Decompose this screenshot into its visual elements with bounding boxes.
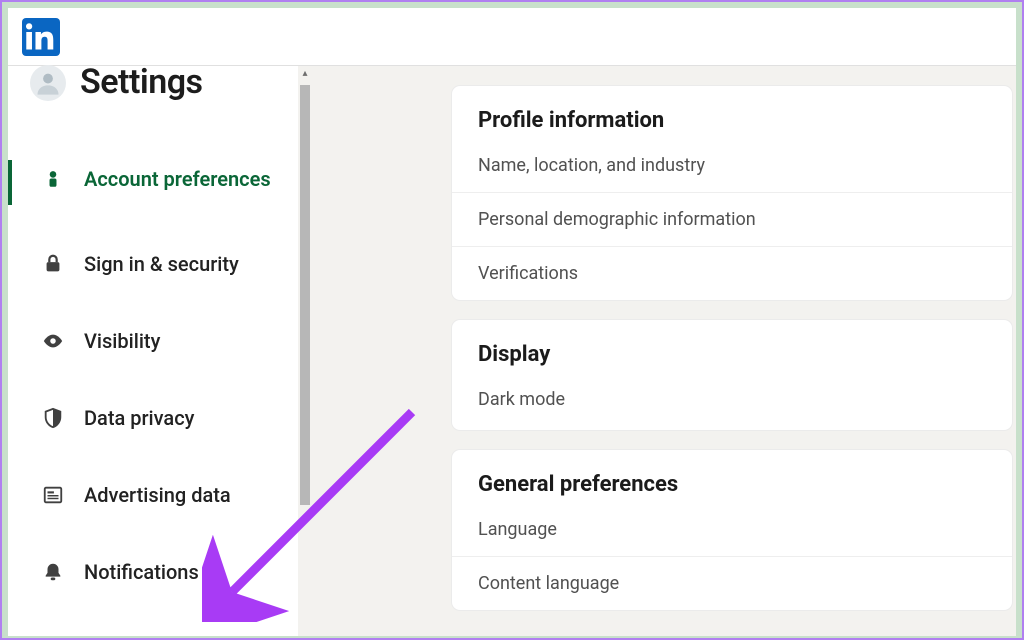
settings-header: Settings <box>8 66 312 118</box>
linkedin-logo-icon <box>26 22 56 52</box>
settings-sidebar: Settings Account preferences Sign in & s <box>8 66 312 636</box>
row-content-language[interactable]: Content language <box>452 556 1012 610</box>
sidebar-item-notifications[interactable]: Notifications <box>8 545 312 600</box>
sidebar-item-label: Visibility <box>84 328 160 355</box>
row-name-location-industry[interactable]: Name, location, and industry <box>452 151 1012 192</box>
eye-icon <box>42 330 64 352</box>
card-profile-information: Profile information Name, location, and … <box>452 86 1012 300</box>
avatar-placeholder-icon <box>34 69 62 97</box>
page-title: Settings <box>80 62 203 102</box>
card-title: Profile information <box>452 86 1012 151</box>
sidebar-item-label: Notifications <box>84 559 199 586</box>
newspaper-icon <box>42 484 64 506</box>
card-title: Display <box>452 320 1012 385</box>
sidebar-nav: Account preferences Sign in & security V… <box>8 118 312 600</box>
scroll-up-icon[interactable]: ▴ <box>302 68 307 79</box>
card-title: General preferences <box>452 450 1012 515</box>
lock-icon <box>42 253 64 275</box>
scroll-thumb[interactable] <box>300 85 310 505</box>
card-display: Display Dark mode <box>452 320 1012 430</box>
sidebar-item-sign-in-security[interactable]: Sign in & security <box>8 237 312 292</box>
row-personal-demographic[interactable]: Personal demographic information <box>452 192 1012 246</box>
sidebar-item-label: Sign in & security <box>84 251 239 278</box>
sidebar-item-label: Data privacy <box>84 405 194 432</box>
row-dark-mode[interactable]: Dark mode <box>452 385 1012 430</box>
sidebar-scrollbar[interactable]: ▴ <box>298 66 312 636</box>
person-icon <box>42 168 64 190</box>
sidebar-item-data-privacy[interactable]: Data privacy <box>8 391 312 446</box>
row-verifications[interactable]: Verifications <box>452 246 1012 300</box>
sidebar-item-advertising-data[interactable]: Advertising data <box>8 468 312 523</box>
sidebar-item-account-preferences[interactable]: Account preferences <box>8 150 312 215</box>
shield-icon <box>42 407 64 429</box>
linkedin-logo[interactable] <box>22 18 60 56</box>
avatar[interactable] <box>30 65 66 101</box>
sidebar-item-visibility[interactable]: Visibility <box>8 314 312 369</box>
sidebar-item-label: Account preferences <box>84 166 271 193</box>
card-general-preferences: General preferences Language Content lan… <box>452 450 1012 610</box>
row-language[interactable]: Language <box>452 515 1012 556</box>
sidebar-item-label: Advertising data <box>84 482 231 509</box>
bell-icon <box>42 561 64 583</box>
settings-content: Profile information Name, location, and … <box>312 66 1016 636</box>
top-bar <box>8 8 1016 66</box>
